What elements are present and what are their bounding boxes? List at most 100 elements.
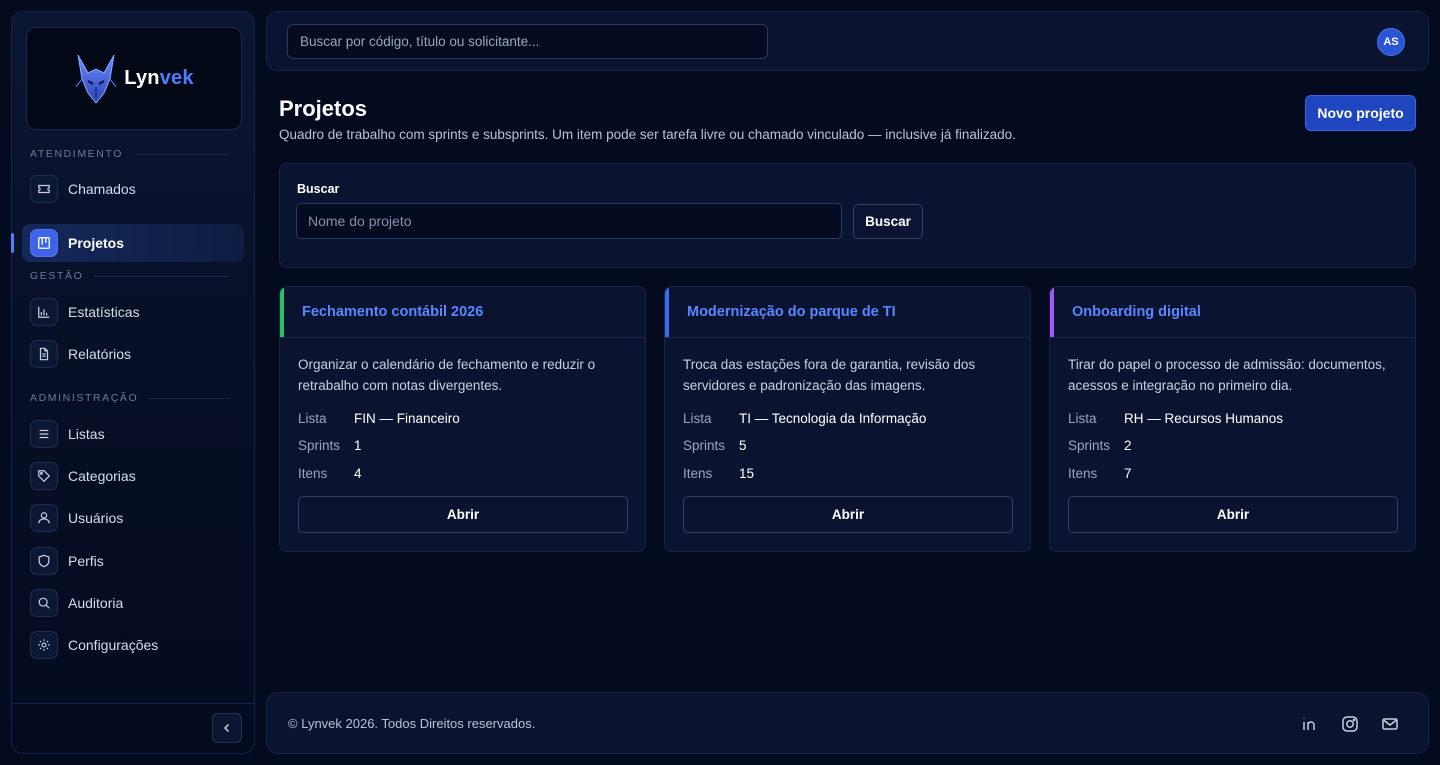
meta-value: 1	[354, 438, 362, 453]
collapse-sidebar-button[interactable]	[212, 713, 242, 743]
meta-value: TI — Tecnologia da Informação	[739, 411, 927, 426]
meta-label: Lista	[298, 411, 327, 426]
page-subtitle: Quadro de trabalho com sprints e subspri…	[279, 127, 1016, 142]
sidebar-item-estatisticas[interactable]: Estatísticas	[22, 293, 244, 331]
mail-link[interactable]	[1379, 713, 1401, 735]
project-card: Fechamento contábil 2026 Organizar o cal…	[279, 286, 646, 552]
card-accent-bar	[665, 287, 669, 337]
meta-value: 2	[1124, 438, 1132, 453]
card-title[interactable]: Modernização do parque de TI	[687, 304, 896, 320]
instagram-link[interactable]	[1339, 713, 1361, 735]
sidebar-item-label: Perfis	[68, 553, 104, 569]
card-title[interactable]: Onboarding digital	[1072, 304, 1201, 320]
sidebar-item-auditoria[interactable]: Auditoria	[22, 584, 244, 622]
meta-label: Lista	[683, 411, 712, 426]
meta-label: Itens	[1068, 466, 1098, 481]
open-project-button[interactable]: Abrir	[683, 496, 1013, 533]
sidebar-divider	[12, 703, 254, 704]
meta-sprints: Sprints 5	[683, 438, 747, 453]
sidebar-item-perfis[interactable]: Perfis	[22, 542, 244, 580]
sidebar-item-chamados[interactable]: Chamados	[22, 170, 244, 208]
chevron-left-icon	[223, 723, 230, 733]
card-accent-bar	[1050, 287, 1054, 337]
sidebar-item-label: Relatórios	[68, 346, 132, 362]
meta-itens: Itens 15	[683, 466, 754, 481]
lynx-logo-icon	[75, 54, 117, 104]
logo[interactable]: Lynvek	[26, 27, 242, 130]
user-icon	[30, 504, 58, 532]
card-description: Tirar do papel o processo de admissão: d…	[1068, 357, 1386, 393]
card-header: Fechamento contábil 2026	[280, 287, 645, 338]
project-name-input[interactable]	[296, 203, 842, 239]
card-title[interactable]: Fechamento contábil 2026	[302, 304, 483, 320]
search-button[interactable]: Buscar	[853, 204, 923, 239]
sidebar-item-label: Auditoria	[68, 595, 124, 611]
search-icon	[30, 589, 58, 617]
sidebar-item-usuarios[interactable]: Usuários	[22, 499, 244, 537]
open-project-button[interactable]: Abrir	[1068, 496, 1398, 533]
meta-lista: Lista TI — Tecnologia da Informação	[683, 411, 926, 426]
linkedin-icon	[1303, 718, 1315, 730]
global-search-input[interactable]	[287, 24, 768, 59]
meta-label: Sprints	[1068, 438, 1111, 453]
meta-value: 5	[739, 438, 747, 453]
mail-icon	[1382, 718, 1398, 730]
meta-label: Itens	[298, 466, 328, 481]
project-card: Modernização do parque de TI Troca das e…	[664, 286, 1031, 552]
project-card: Onboarding digital Tirar do papel o proc…	[1049, 286, 1416, 552]
meta-label: Sprints	[298, 438, 341, 453]
copyright-text: © Lynvek 2026. Todos Direitos reservados…	[288, 716, 536, 731]
sidebar-item-projetos[interactable]: Projetos	[11, 224, 244, 262]
list-icon	[30, 420, 58, 448]
section-title-gestao: GESTÃO	[30, 270, 230, 282]
sidebar: Lynvek ATENDIMENTO Chamados Projetos GES…	[11, 11, 255, 754]
brand-name: Lynvek	[124, 67, 194, 89]
section-title-administracao: ADMINISTRAÇÃO	[30, 392, 230, 404]
meta-itens: Itens 7	[1068, 466, 1132, 481]
active-indicator	[11, 233, 14, 253]
section-title-atendimento: ATENDIMENTO	[30, 148, 230, 160]
sidebar-item-label: Projetos	[68, 235, 125, 251]
bar-chart-icon	[30, 298, 58, 326]
meta-value: RH — Recursos Humanos	[1124, 411, 1284, 426]
search-panel: Buscar Buscar	[279, 163, 1416, 268]
sidebar-item-label: Categorias	[68, 468, 136, 484]
linkedin-link[interactable]	[1299, 713, 1321, 735]
tag-icon	[30, 462, 58, 490]
meta-lista: Lista RH — Recursos Humanos	[1068, 411, 1283, 426]
meta-itens: Itens 4	[298, 466, 362, 481]
document-icon	[30, 340, 58, 368]
sidebar-item-configuracoes[interactable]: Configurações	[22, 626, 244, 664]
meta-sprints: Sprints 2	[1068, 438, 1132, 453]
sidebar-item-label: Configurações	[68, 637, 159, 653]
card-header: Modernização do parque de TI	[665, 287, 1030, 338]
avatar[interactable]: AS	[1377, 28, 1405, 56]
meta-value: FIN — Financeiro	[354, 411, 460, 426]
sidebar-item-categorias[interactable]: Categorias	[22, 457, 244, 495]
page-title: Projetos	[279, 96, 368, 121]
sidebar-item-label: Estatísticas	[68, 304, 140, 320]
meta-value: 7	[1124, 466, 1132, 481]
sidebar-item-relatorios[interactable]: Relatórios	[22, 335, 244, 373]
kanban-icon	[30, 229, 58, 257]
topbar: AS	[266, 11, 1429, 71]
meta-value: 15	[739, 466, 755, 481]
card-accent-bar	[280, 287, 284, 337]
meta-label: Itens	[683, 466, 713, 481]
search-label: Buscar	[297, 182, 340, 196]
new-project-button[interactable]: Novo projeto	[1305, 95, 1416, 131]
shield-icon	[30, 547, 58, 575]
meta-lista: Lista FIN — Financeiro	[298, 411, 460, 426]
gear-icon	[30, 631, 58, 659]
meta-value: 4	[354, 466, 362, 481]
footer: © Lynvek 2026. Todos Direitos reservados…	[266, 692, 1429, 754]
meta-label: Sprints	[683, 438, 726, 453]
ticket-icon	[30, 175, 58, 203]
sidebar-item-label: Usuários	[68, 510, 124, 526]
sidebar-item-label: Listas	[68, 426, 105, 442]
sidebar-item-listas[interactable]: Listas	[22, 415, 244, 453]
open-project-button[interactable]: Abrir	[298, 496, 628, 533]
card-header: Onboarding digital	[1050, 287, 1415, 338]
instagram-icon	[1342, 716, 1358, 732]
meta-label: Lista	[1068, 411, 1097, 426]
